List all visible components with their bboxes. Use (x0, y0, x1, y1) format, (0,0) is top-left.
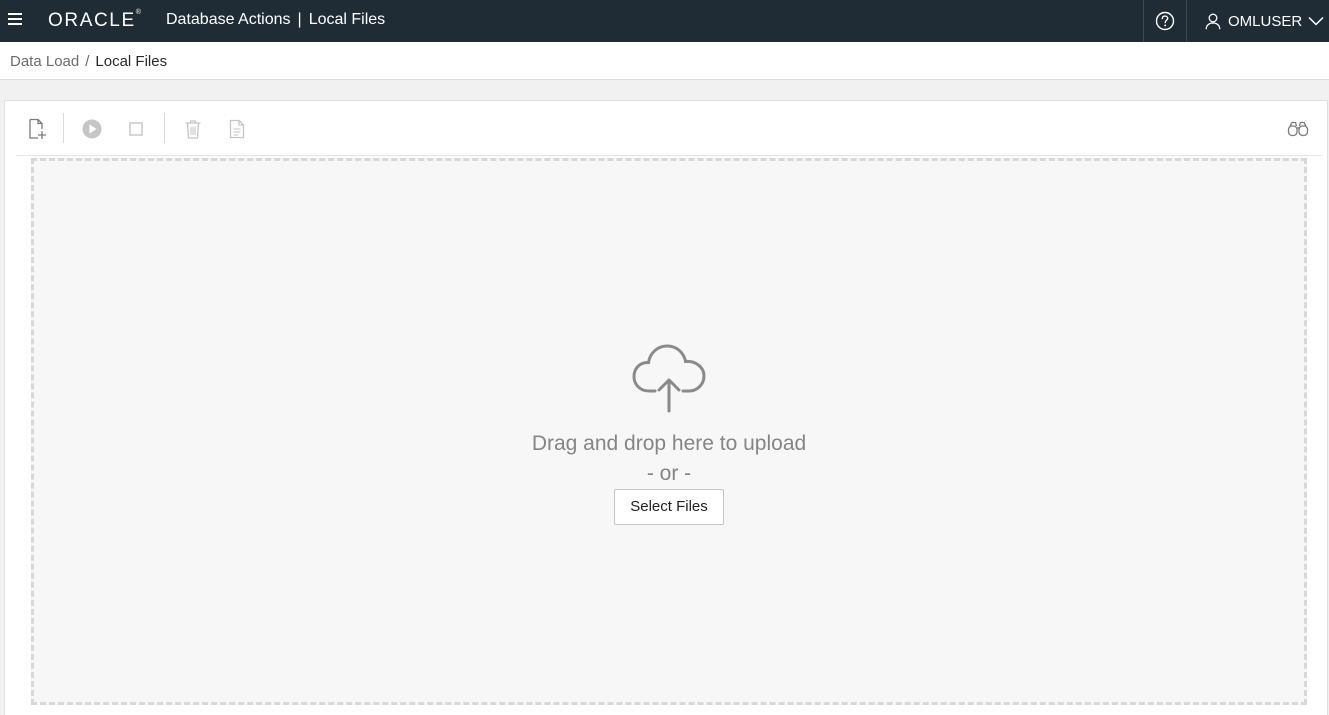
breadcrumb: Data Load / Local Files (10, 53, 167, 70)
local-files-panel: Drag and drop here to upload - or - Sele… (4, 100, 1328, 715)
play-icon (82, 119, 102, 139)
run-button[interactable] (79, 116, 105, 142)
page-name: Local Files (308, 11, 386, 28)
stop-icon (129, 122, 143, 136)
breadcrumb-bar: Data Load / Local Files (0, 42, 1329, 80)
toolbar (17, 101, 1322, 156)
select-files-button[interactable]: Select Files (614, 489, 724, 525)
brand-text: ORACLE (48, 10, 136, 31)
help-circle-icon (1155, 11, 1175, 31)
dropzone-content: Drag and drop here to upload - or - Sele… (34, 341, 1304, 525)
binoculars-icon (1287, 121, 1309, 137)
brand-mark: ® (135, 9, 141, 16)
toolbar-divider (164, 113, 165, 143)
dropzone-message: Drag and drop here to upload (531, 432, 807, 455)
report-button[interactable] (224, 116, 250, 142)
cloud-upload-icon (632, 344, 706, 413)
title-separator: | (297, 11, 302, 28)
toolbar-divider (63, 113, 64, 143)
user-icon (1205, 13, 1221, 29)
hamburger-icon[interactable] (8, 13, 22, 27)
breadcrumb-current: Local Files (95, 53, 168, 70)
delete-button[interactable] (180, 116, 206, 142)
breadcrumb-data-load[interactable]: Data Load (10, 53, 79, 70)
add-file-button[interactable] (24, 116, 50, 142)
chevron-down-icon (1308, 16, 1324, 26)
add-file-icon (29, 118, 46, 139)
upload-dropzone[interactable]: Drag and drop here to upload - or - Sele… (31, 158, 1307, 705)
top-header: ORACLE® Database Actions | Local Files OML… (0, 0, 1329, 42)
trash-icon (185, 120, 201, 139)
app-title: Database Actions | Local Files (166, 11, 385, 29)
dropzone-or-text: - or - (646, 462, 692, 485)
stop-button[interactable] (123, 116, 149, 142)
document-icon (229, 119, 245, 139)
help-button[interactable] (1143, 0, 1186, 42)
find-button[interactable] (1285, 116, 1311, 142)
user-name: OMLUSER (1228, 12, 1303, 30)
app-name: Database Actions (166, 11, 291, 28)
user-menu[interactable]: OMLUSER (1186, 0, 1329, 42)
breadcrumb-separator: / (85, 53, 90, 70)
oracle-logo: ORACLE® (48, 9, 141, 32)
